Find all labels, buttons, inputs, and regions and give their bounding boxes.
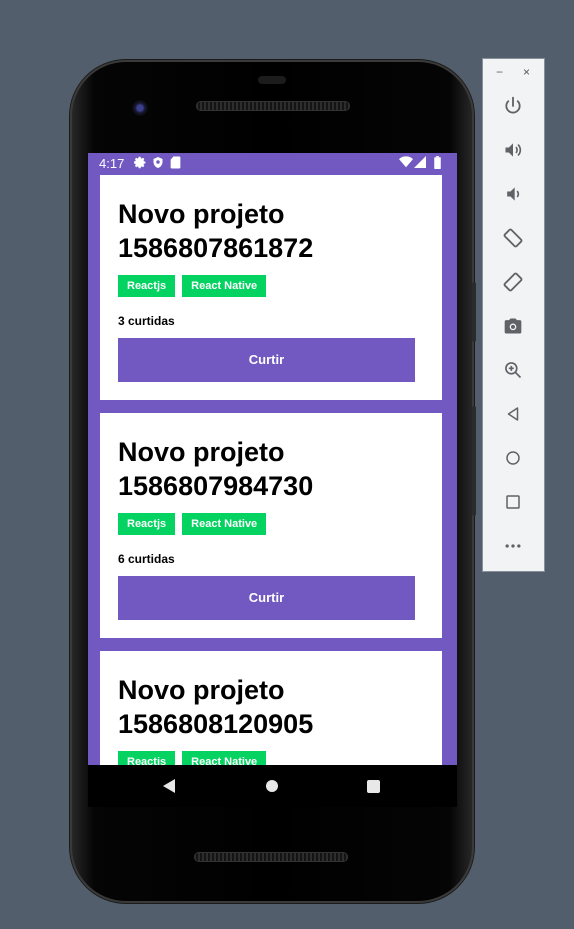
status-bar: 4:17 (88, 153, 457, 173)
rotate-right-button[interactable] (497, 266, 529, 298)
back-icon (507, 407, 519, 421)
volume-down-icon (507, 187, 520, 201)
tech-tag: Reactjs (118, 275, 176, 297)
phone-side-button (472, 406, 476, 516)
camera-icon (504, 318, 522, 334)
more-button[interactable] (497, 530, 529, 562)
likes-count: 3 curtidas (118, 314, 175, 328)
back-icon[interactable] (163, 779, 175, 793)
volume-up-icon (505, 143, 522, 157)
front-camera (132, 100, 148, 116)
tech-tag: Reactjs (118, 513, 176, 535)
earpiece-speaker (196, 101, 350, 111)
project-card: Novo projeto 1586807984730 Reactjs React … (100, 413, 442, 638)
tech-list: Reactjs React Native (118, 751, 273, 765)
wifi-icon (399, 156, 413, 168)
tech-list: Reactjs React Native (118, 275, 273, 297)
rotate-right-icon (503, 272, 523, 292)
battery-icon (434, 156, 441, 169)
phone-side-button (472, 282, 476, 342)
close-button[interactable]: × (523, 65, 530, 79)
shield-icon (153, 157, 163, 168)
project-title: Novo projeto 1586807984730 (118, 437, 314, 501)
zoom-button[interactable] (497, 354, 529, 386)
emulator-toolbar: − × (482, 58, 545, 572)
phone-frame: 4:17 Novo projeto 1586807861872 Reactjs … (70, 60, 476, 903)
phone-sensor (258, 76, 286, 84)
home-icon[interactable] (266, 780, 278, 792)
zoom-icon (505, 362, 522, 379)
volume-up-button[interactable] (497, 134, 529, 166)
likes-count: 6 curtidas (118, 552, 175, 566)
volume-down-button[interactable] (497, 178, 529, 210)
toolbar-window-controls: − × (483, 65, 544, 79)
power-button[interactable] (497, 90, 529, 122)
tech-tag: React Native (182, 513, 267, 535)
home-icon (506, 451, 520, 465)
tech-list: Reactjs React Native (118, 513, 273, 535)
gear-icon (134, 156, 146, 169)
signal-icon (414, 156, 426, 168)
tech-tag: React Native (182, 751, 267, 765)
status-time: 4:17 (99, 156, 125, 171)
sd-card-icon (170, 156, 181, 169)
phone-screen: 4:17 Novo projeto 1586807861872 Reactjs … (88, 153, 457, 765)
project-card: Novo projeto 1586807861872 Reactjs React … (100, 175, 442, 400)
tech-tag: Reactjs (118, 751, 176, 765)
recents-icon[interactable] (367, 780, 380, 793)
project-card: Novo projeto 1586808120905 Reactjs React … (100, 651, 442, 765)
power-icon (505, 96, 521, 114)
like-button[interactable]: Curtir (118, 338, 415, 382)
rotate-left-icon (503, 228, 523, 248)
back-button[interactable] (497, 398, 529, 430)
bottom-speaker (194, 852, 348, 862)
rotate-left-button[interactable] (497, 222, 529, 254)
like-button[interactable]: Curtir (118, 576, 415, 620)
navigation-bar (88, 765, 457, 807)
overview-icon (506, 495, 520, 509)
screenshot-button[interactable] (497, 310, 529, 342)
more-icon (505, 544, 521, 548)
minimize-button[interactable]: − (496, 65, 503, 79)
overview-button[interactable] (497, 486, 529, 518)
home-button[interactable] (497, 442, 529, 474)
tech-tag: React Native (182, 275, 267, 297)
project-title: Novo projeto 1586808120905 (118, 675, 314, 739)
project-title: Novo projeto 1586807861872 (118, 199, 314, 263)
